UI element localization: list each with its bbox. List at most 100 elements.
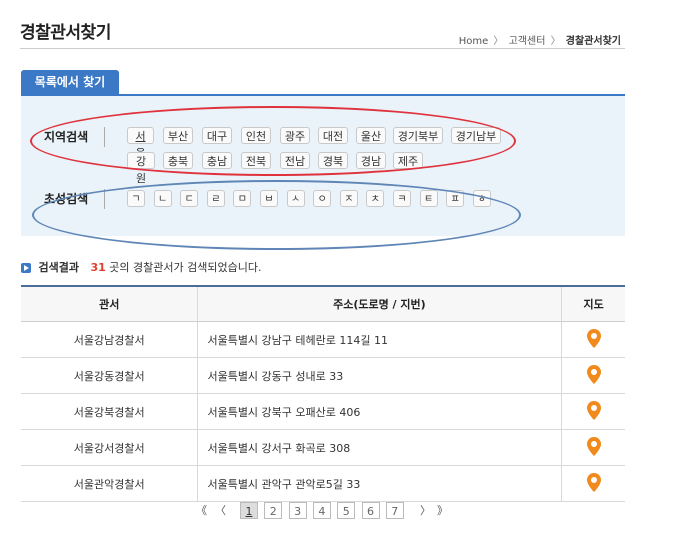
region-chip[interactable]: 강원	[127, 152, 155, 185]
breadcrumb: Home 〉 고객센터 〉 경찰관서찾기	[459, 32, 621, 47]
station-address: 서울특별시 강서구 화곡로 308	[197, 429, 562, 466]
initial-consonant-chip[interactable]: ㅅ	[286, 190, 305, 207]
table-row: 서울관악경찰서 서울특별시 관악구 관악로5길 33	[21, 465, 625, 502]
table-header-row: 관서 주소(도로명 / 지번) 지도	[21, 285, 625, 322]
initial-consonant-chip[interactable]: ㅋ	[393, 190, 411, 207]
region-chip-label: 대전	[322, 130, 344, 143]
region-chip-label: 경기남부	[455, 130, 497, 143]
region-chip[interactable]: 대전	[318, 127, 348, 144]
page-number-button[interactable]: 5	[337, 502, 356, 519]
station-address: 서울특별시 관악구 관악로5길 33	[197, 465, 562, 502]
region-chip[interactable]: 제주	[393, 152, 423, 169]
region-chip[interactable]: 경북	[318, 152, 348, 169]
region-chip-label: 강원	[135, 155, 147, 185]
breadcrumb-current: 경찰관서찾기	[565, 36, 621, 47]
region-chip-label: 울산	[360, 130, 382, 143]
map-pin-icon[interactable]	[586, 436, 601, 459]
station-name[interactable]: 서울관악경찰서	[21, 465, 198, 502]
initial-consonant-chip[interactable]: ㅌ	[419, 190, 438, 207]
region-chip-label: 인천	[245, 130, 267, 143]
station-address: 서울특별시 강남구 테헤란로 114길 11	[197, 321, 562, 358]
station-address: 서울특별시 강동구 성내로 33	[197, 357, 562, 394]
initial-consonant-chip[interactable]: ㅇ	[313, 190, 332, 207]
prev-page-button[interactable]: 〈	[215, 502, 226, 519]
result-label: 검색결과	[38, 261, 79, 274]
search-result-summary: 검색결과 31 곳의 경찰관서가 검색되었습니다.	[21, 259, 261, 275]
initial-consonant-chip[interactable]: ㅂ	[260, 190, 278, 207]
table-row: 서울강남경찰서 서울특별시 강남구 테헤란로 114길 11	[21, 321, 625, 358]
pagination: 《 〈 1234567 〉 》	[0, 502, 681, 520]
page-number-button[interactable]: 6	[361, 502, 380, 519]
region-chip[interactable]: 전북	[241, 152, 271, 169]
region-chip[interactable]: 충북	[163, 152, 193, 169]
region-chip[interactable]: 인천	[241, 127, 271, 144]
breadcrumb-customer-center[interactable]: 고객센터	[509, 36, 546, 47]
result-suffix: 곳의 경찰관서가 검색되었습니다.	[109, 261, 262, 274]
region-search-label: 지역검색	[44, 130, 89, 144]
region-chip[interactable]: 부산	[163, 127, 193, 144]
initial-consonant-chip[interactable]: ㅁ	[233, 190, 252, 207]
region-chip-label: 부산	[167, 130, 189, 143]
initial-consonant-chip[interactable]: ㄹ	[206, 190, 225, 207]
column-header-station: 관서	[21, 285, 198, 322]
table-row: 서울강동경찰서 서울특별시 강동구 성내로 33	[21, 357, 625, 394]
region-chip[interactable]: 울산	[356, 127, 386, 144]
region-chip-label: 광주	[284, 130, 306, 143]
last-page-button[interactable]: 》	[437, 502, 448, 519]
map-pin-icon[interactable]	[586, 328, 601, 351]
result-count: 31	[90, 261, 106, 274]
region-chip-label: 경남	[360, 155, 382, 168]
initial-consonant-chip[interactable]: ㅎ	[472, 190, 491, 207]
region-chip[interactable]: 대구	[202, 127, 232, 144]
first-page-button[interactable]: 《	[196, 502, 207, 519]
region-chip[interactable]: 경남	[356, 152, 386, 169]
region-chip[interactable]: 경기북부	[393, 127, 443, 144]
region-chip[interactable]: 경기남부	[451, 127, 501, 144]
column-header-address: 주소(도로명 / 지번)	[197, 285, 562, 322]
row-divider	[104, 189, 105, 209]
station-name[interactable]: 서울강서경찰서	[21, 429, 198, 466]
region-chip[interactable]: 전남	[280, 152, 310, 169]
initial-consonant-chip[interactable]: ㄱ	[127, 190, 145, 207]
station-name[interactable]: 서울강남경찰서	[21, 321, 198, 358]
region-chip-label: 경북	[322, 155, 344, 168]
region-chip-label: 제주	[397, 155, 419, 168]
page-number-button[interactable]: 1	[240, 502, 258, 519]
next-page-button[interactable]: 〉	[420, 502, 431, 519]
play-icon	[21, 263, 31, 273]
police-station-table: 관서 주소(도로명 / 지번) 지도 서울강남경찰서 서울특별시 강남구 테헤란로…	[21, 285, 625, 502]
initial-consonant-chip[interactable]: ㄴ	[153, 190, 172, 207]
initial-consonant-chip[interactable]: ㄷ	[180, 190, 199, 207]
initial-search-label: 초성검색	[44, 192, 89, 206]
page-number-button[interactable]: 7	[385, 502, 404, 519]
map-pin-icon[interactable]	[586, 400, 601, 423]
initial-consonant-chip[interactable]: ㅊ	[366, 190, 385, 207]
map-pin-icon[interactable]	[586, 364, 601, 387]
region-chip-label: 대구	[206, 130, 228, 143]
breadcrumb-home[interactable]: Home	[459, 36, 489, 47]
page-title: 경찰관서찾기	[20, 23, 111, 43]
region-chip-label: 경기북부	[397, 130, 439, 143]
region-chip-label: 충북	[167, 155, 189, 168]
table-row: 서울강북경찰서 서울특별시 강북구 오패산로 406	[21, 393, 625, 430]
breadcrumb-separator: 〉	[493, 36, 504, 47]
map-pin-icon[interactable]	[586, 472, 601, 495]
page-number-button[interactable]: 3	[288, 502, 307, 519]
station-name[interactable]: 서울강북경찰서	[21, 393, 198, 430]
station-address: 서울특별시 강북구 오패산로 406	[197, 393, 562, 430]
tab-list-search[interactable]: 목록에서 찾기	[21, 70, 119, 94]
breadcrumb-separator: 〉	[550, 36, 561, 47]
page-number-button[interactable]: 4	[312, 502, 331, 519]
table-row: 서울강서경찰서 서울특별시 강서구 화곡로 308	[21, 429, 625, 466]
region-chip[interactable]: 서울	[127, 127, 154, 160]
initial-consonant-chip[interactable]: ㅈ	[339, 190, 358, 207]
region-chip[interactable]: 충남	[202, 152, 232, 169]
initial-consonant-chip[interactable]: ㅍ	[446, 190, 465, 207]
region-chip[interactable]: 광주	[280, 127, 310, 144]
row-divider	[104, 127, 105, 147]
column-header-map: 지도	[561, 285, 625, 322]
page-number-button[interactable]: 2	[264, 502, 283, 519]
title-divider	[20, 48, 625, 49]
station-name[interactable]: 서울강동경찰서	[21, 357, 198, 394]
region-chip-label: 전남	[284, 155, 306, 168]
